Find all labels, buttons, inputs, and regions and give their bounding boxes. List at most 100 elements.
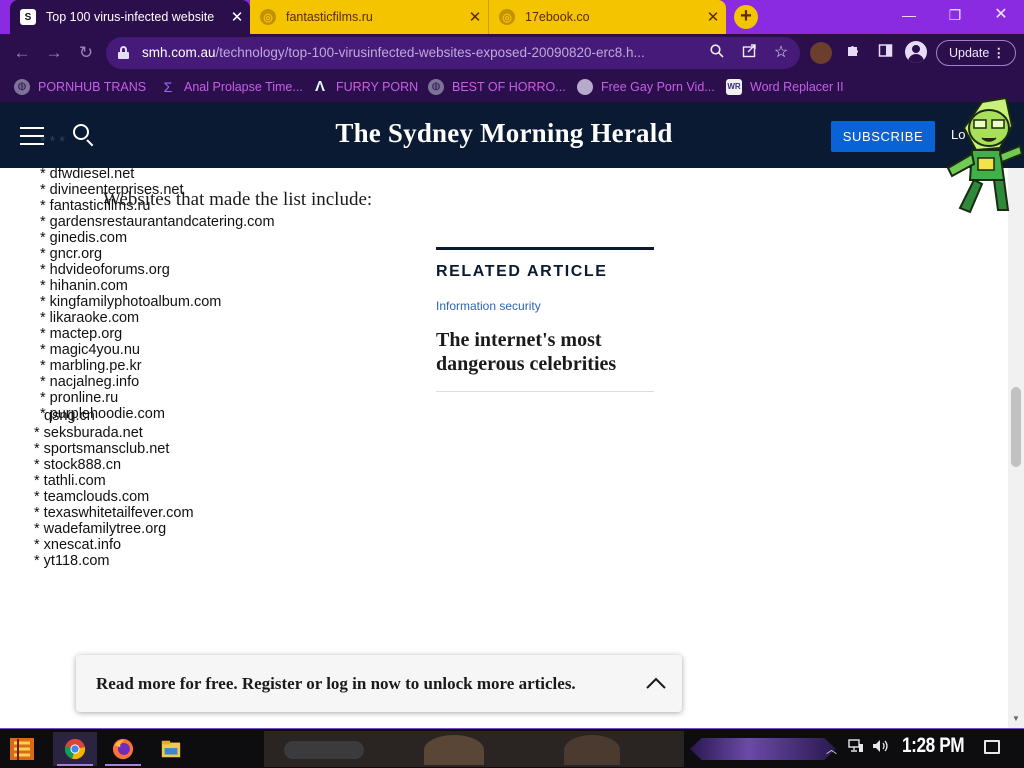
list-item: * xnescat.info — [34, 537, 122, 553]
volume-icon[interactable] — [872, 739, 890, 756]
menu-kebab-icon[interactable]: ⋮ — [993, 41, 1006, 65]
list-item: * stock888.cn — [34, 457, 122, 473]
address-bar[interactable]: smh.com.au/technology/top-100-virusinfec… — [106, 37, 800, 69]
side-panel-icon[interactable] — [874, 42, 896, 64]
site-header: The Sydney Morning Herald SUBSCRIBE Lo — [0, 102, 1024, 168]
tab-fantasticfilms[interactable]: ◎ fantasticfilms.ru ✕ — [250, 0, 488, 34]
scroll-down-arrow-icon[interactable]: ▼ — [1012, 714, 1020, 723]
list-item: * wadefamilytree.org — [34, 521, 167, 537]
minimize-button[interactable]: — — [886, 0, 932, 32]
network-icon[interactable] — [848, 739, 864, 756]
active-indicator — [105, 764, 141, 766]
bookmark-item[interactable]: Σ Anal Prolapse Time... — [160, 78, 303, 96]
globe-icon: ◍ — [14, 79, 30, 95]
list-item: * texaswhitetailfever.com — [34, 505, 194, 521]
reload-button[interactable]: ↻ — [72, 39, 100, 67]
search-icon[interactable] — [73, 124, 95, 147]
chevron-up-icon[interactable] — [641, 668, 671, 698]
tab-17ebook[interactable]: ◎ 17ebook.co ✕ — [488, 0, 726, 34]
tab-title: 17ebook.co — [525, 10, 590, 24]
taskbar-clock[interactable]: 1:28 PM — [902, 734, 965, 758]
list-item: * kingfamilyphotoalbum.com — [40, 294, 222, 310]
subscribe-button[interactable]: SUBSCRIBE — [831, 121, 935, 152]
list-item: * pronline.ru — [40, 390, 119, 406]
article-leadin: Websites that made the list include: — [103, 189, 373, 210]
tab-close-icon[interactable]: ✕ — [224, 8, 250, 26]
taskbar-decoration — [690, 738, 836, 760]
forward-button[interactable]: → — [40, 39, 68, 67]
tab-close-icon[interactable]: ✕ — [700, 8, 726, 26]
taskbar-file-explorer[interactable] — [149, 732, 193, 766]
active-indicator — [57, 764, 93, 766]
list-item: * dfwdiesel.net — [40, 166, 135, 182]
character-sticker-image — [942, 96, 1024, 218]
close-window-button[interactable]: ✕ — [978, 0, 1024, 32]
page-scrollbar[interactable]: ▼ — [1008, 168, 1024, 728]
list-item: * ginedis.com — [40, 230, 128, 246]
share-icon[interactable] — [738, 43, 760, 63]
register-prompt-bar[interactable]: Read more for free. Register or log in n… — [76, 655, 682, 712]
extensions-puzzle-icon[interactable] — [842, 42, 864, 64]
search-lens-icon[interactable] — [706, 43, 728, 63]
website-list-bottom: * seksburada.net * sportsmansclub.net * … — [34, 425, 194, 569]
globe-favicon-icon: ◎ — [260, 9, 276, 25]
bookmark-item[interactable]: ◍ BEST OF HORRO... — [428, 78, 566, 96]
start-button[interactable] — [6, 735, 40, 763]
related-article-card[interactable]: RELATED ARTICLE Information security The… — [436, 247, 654, 392]
screen: S Top 100 virus-infected website ✕ ◎ fan… — [0, 0, 1024, 768]
list-item: * gncr.org — [40, 246, 103, 262]
list-item: * yt118.com — [34, 553, 110, 569]
list-item: * seksburada.net — [34, 425, 143, 441]
bookmark-item[interactable]: Λ FURRY PORN — [312, 78, 418, 96]
list-item: * nacjalneg.info — [40, 374, 140, 390]
related-headline-link[interactable]: The internet's most dangerous celebritie… — [436, 328, 654, 376]
lock-icon — [118, 46, 129, 59]
list-item: * gardensrestaurantandcatering.com — [40, 214, 275, 230]
bookmark-item[interactable]: WR Word Replacer II — [726, 78, 844, 96]
bookmark-item[interactable]: ◍ PORNHUB TRANS — [14, 78, 146, 96]
taskbar-firefox[interactable] — [101, 732, 145, 766]
update-button[interactable]: Update ⋮ — [936, 40, 1016, 66]
faded-text-remnant: * * * — [40, 134, 65, 150]
globe-icon: ◍ — [428, 79, 444, 95]
related-kicker: RELATED ARTICLE — [436, 263, 608, 280]
chevron-up-icon[interactable]: ︿ — [826, 741, 837, 757]
list-item: * hihanin.com — [40, 278, 128, 294]
tab-close-icon[interactable]: ✕ — [462, 8, 488, 26]
list-item: * marbling.pe.kr — [40, 358, 142, 374]
windows-taskbar: ︿ 1:28 PM — [0, 728, 1024, 768]
smh-favicon-icon: S — [20, 9, 36, 25]
list-item: * magic4you.nu — [40, 342, 140, 358]
notification-center-icon[interactable] — [984, 740, 1000, 754]
profile-avatar-icon[interactable] — [905, 41, 927, 63]
register-prompt-text[interactable]: Read more for free. Register or log in n… — [96, 674, 576, 694]
site-masthead[interactable]: The Sydney Morning Herald — [300, 118, 708, 149]
list-item: * likaraoke.com — [40, 310, 140, 326]
taskbar-chrome[interactable] — [53, 732, 97, 766]
wr-icon: WR — [726, 79, 742, 95]
bookmark-star-icon[interactable]: ☆ — [770, 43, 792, 63]
square-bracket-icon: Σ — [163, 79, 173, 95]
chrome-icon — [64, 738, 86, 760]
url-text[interactable]: smh.com.au/technology/top-100-virusinfec… — [142, 45, 702, 60]
tab-smh[interactable]: S Top 100 virus-infected website ✕ — [10, 0, 250, 34]
tab-title: fantasticfilms.ru — [286, 10, 373, 24]
browser-tab-strip: S Top 100 virus-infected website ✕ ◎ fan… — [0, 0, 1024, 34]
list-item: * hdvideoforums.org — [40, 262, 170, 278]
new-tab-button[interactable]: + — [734, 5, 758, 29]
browser-toolbar: ← → ↻ smh.com.au/technology/top-100-viru… — [0, 34, 1024, 72]
scrollbar-thumb[interactable] — [1011, 387, 1021, 467]
restore-button[interactable]: ❐ — [932, 0, 978, 32]
related-category-link[interactable]: Information security — [436, 299, 541, 313]
triangle-logo-icon: Λ — [314, 78, 325, 95]
list-item-overlap: qsng.cn — [44, 408, 95, 424]
extension-avatar-icon[interactable] — [810, 42, 832, 64]
firefox-icon — [112, 738, 134, 760]
bookmark-item[interactable]: Free Gay Porn Vid... — [577, 78, 715, 96]
owl-icon — [577, 79, 593, 95]
tab-title: Top 100 virus-infected website — [46, 10, 215, 24]
list-item: * teamclouds.com — [34, 489, 150, 505]
back-button[interactable]: ← — [8, 39, 36, 67]
bookmarks-bar: ◍ PORNHUB TRANS Σ Anal Prolapse Time... ΛF… — [0, 72, 1024, 102]
list-item: * sportsmansclub.net — [34, 441, 170, 457]
